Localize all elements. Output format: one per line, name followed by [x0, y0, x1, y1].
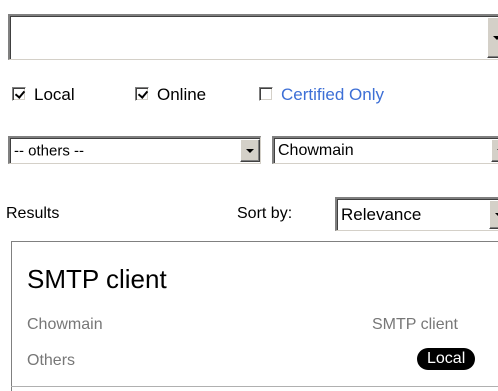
source-badge: Local — [417, 348, 476, 370]
checkmark-icon — [14, 88, 26, 99]
result-vendor: Chowmain — [27, 316, 103, 333]
result-title: SMTP client — [27, 264, 167, 294]
certified-only-checkbox-label: Certified Only — [281, 85, 384, 104]
local-checkbox-label: Local — [34, 85, 75, 104]
online-checkbox-label: Online — [157, 85, 207, 104]
chevron-down-icon — [493, 35, 498, 40]
result-card[interactable]: SMTP client Chowmain SMTP client Others … — [11, 241, 498, 391]
sort-select[interactable]: Relevance — [335, 197, 498, 231]
online-checkbox-box[interactable] — [135, 87, 149, 101]
result-category: Others — [27, 352, 76, 369]
local-checkbox-box[interactable] — [12, 87, 26, 101]
sort-select-value: Relevance — [341, 204, 422, 224]
results-label: Results — [6, 205, 60, 222]
vendor-select[interactable]: Chowmain — [272, 136, 498, 164]
sort-select-dropdown-button[interactable] — [489, 200, 498, 229]
vendor-select-value: Chowmain — [278, 141, 354, 159]
chevron-down-icon — [246, 148, 254, 153]
category-select[interactable]: -- others -- — [8, 136, 261, 164]
driver-search-panel: Local Online Certified Only -- others --… — [0, 0, 498, 391]
search-combo-dropdown-button[interactable] — [487, 17, 498, 58]
certified-only-checkbox-box[interactable] — [259, 87, 273, 101]
vendor-select-dropdown-button[interactable] — [491, 139, 498, 162]
card-divider — [11, 386, 498, 387]
search-combo[interactable] — [8, 14, 498, 60]
sort-by-label: Sort by: — [237, 205, 293, 222]
checkmark-icon — [137, 88, 149, 99]
result-type: SMTP client — [372, 316, 458, 333]
category-select-dropdown-button[interactable] — [240, 139, 260, 162]
category-select-value: -- others -- — [14, 142, 85, 159]
